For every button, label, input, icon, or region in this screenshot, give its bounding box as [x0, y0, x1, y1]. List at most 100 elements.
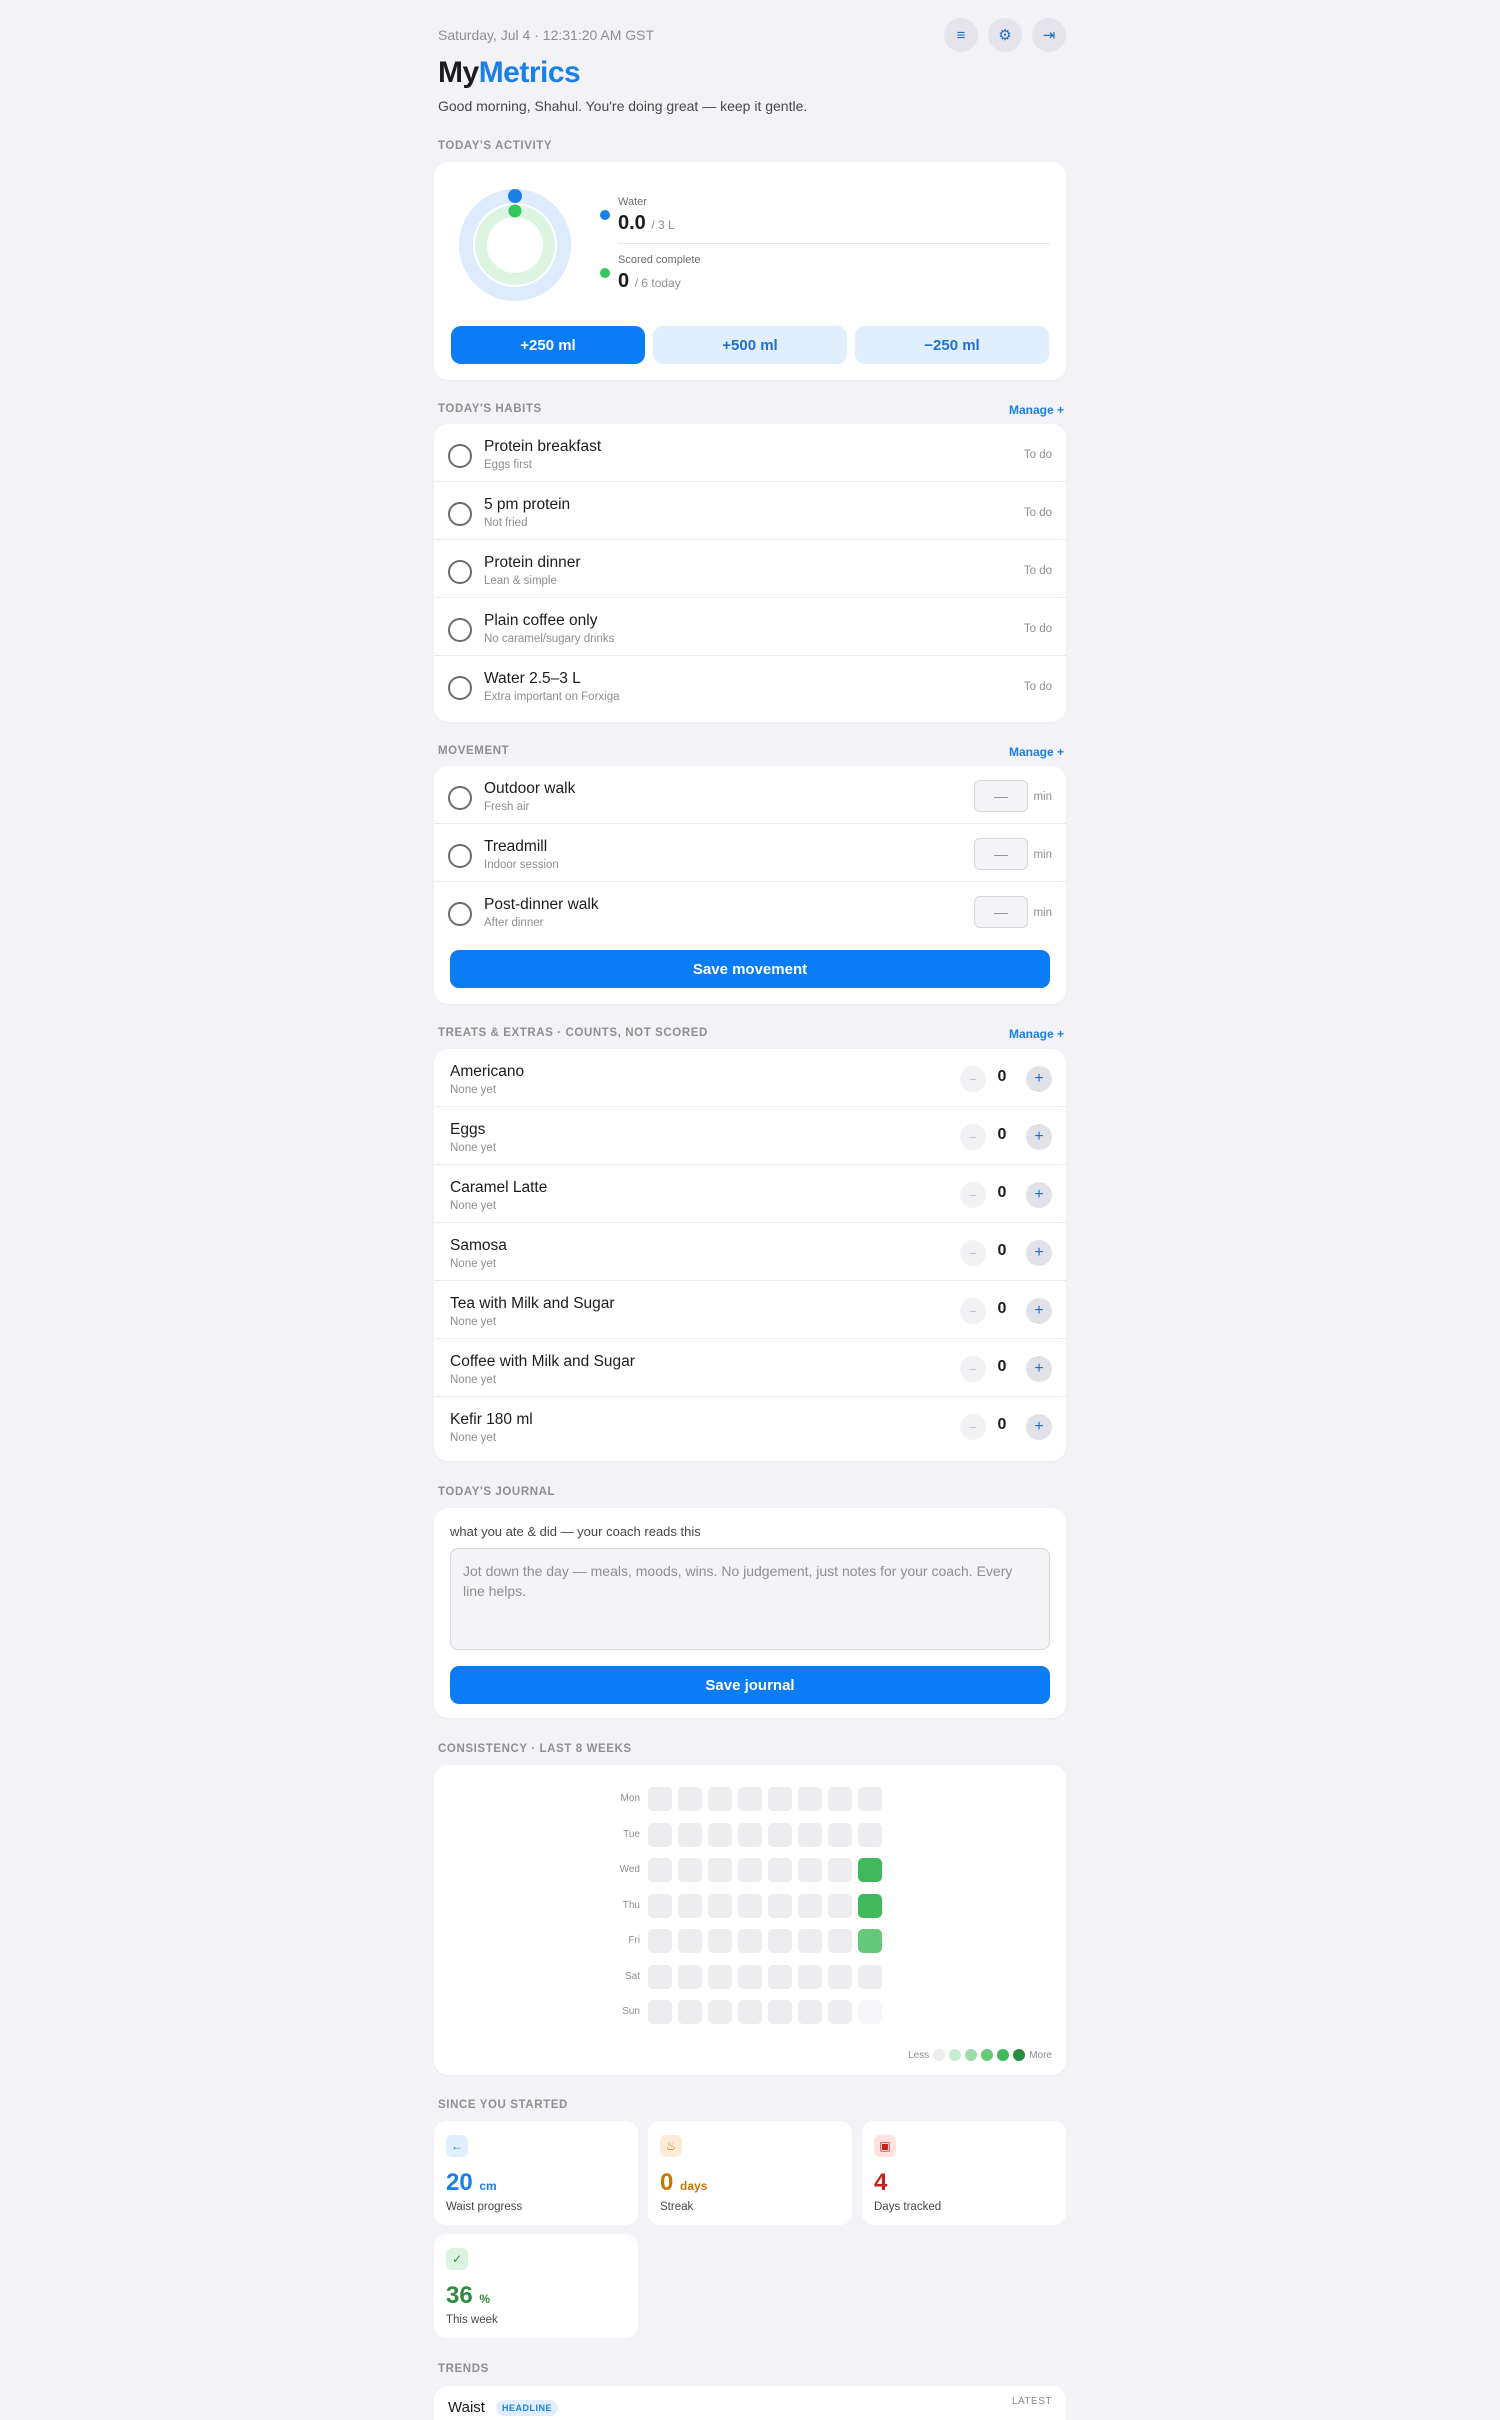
habit-subtitle: Not fried: [484, 517, 528, 529]
add-250ml-button[interactable]: +250 ml: [451, 326, 645, 364]
heatmap-cell: [768, 1929, 792, 1953]
habit-row[interactable]: Protein dinner Lean & simple To do: [434, 540, 1066, 598]
minutes-unit: min: [1033, 907, 1052, 919]
score-unit: / 6 today: [634, 276, 681, 290]
heatmap-day-label: Mon: [620, 1793, 640, 1804]
minutes-unit: min: [1033, 791, 1052, 803]
decrement-button[interactable]: −: [960, 1298, 986, 1324]
stat-label: Streak: [660, 2201, 694, 2213]
habit-row[interactable]: Protein breakfast Eggs first To do: [434, 424, 1066, 482]
stat-unit: cm: [479, 2179, 497, 2193]
heatmap-cell: [648, 1929, 672, 1953]
stat-card-days: ▣ 4 Days tracked: [862, 2121, 1066, 2225]
legend-swatch: [965, 2049, 978, 2061]
treat-subtitle: None yet: [450, 1258, 497, 1270]
calendar-icon: ▣: [874, 2135, 896, 2157]
heatmap-cell: [708, 1929, 732, 1953]
habit-status: To do: [1023, 507, 1052, 519]
movement-checkbox[interactable]: [448, 844, 472, 868]
remove-250ml-button[interactable]: −250 ml: [855, 326, 1049, 364]
treat-count: 0: [997, 1358, 1007, 1375]
logout-icon[interactable]: ⇥: [1032, 18, 1066, 52]
habit-subtitle: Extra important on Forxiga: [484, 691, 620, 703]
treat-title: Samosa: [450, 1237, 507, 1254]
habit-checkbox[interactable]: [448, 676, 472, 700]
treat-count: 0: [997, 1242, 1007, 1259]
movement-title: Post-dinner walk: [484, 896, 599, 913]
decrement-button[interactable]: −: [960, 1066, 986, 1092]
increment-button[interactable]: +: [1026, 1298, 1052, 1324]
movement-subtitle: Fresh air: [484, 801, 530, 813]
treat-title: Eggs: [450, 1121, 486, 1138]
legend-swatch: [949, 2049, 962, 2061]
journal-hint: what you ate & did — your coach reads th…: [450, 1524, 701, 1539]
decrement-button[interactable]: −: [960, 1182, 986, 1208]
menu-icon[interactable]: ≡: [944, 18, 978, 52]
increment-button[interactable]: +: [1026, 1124, 1052, 1150]
decrement-button[interactable]: −: [960, 1124, 986, 1150]
treat-count: 0: [997, 1184, 1007, 1201]
treat-count: 0: [997, 1126, 1007, 1143]
save-journal-button[interactable]: Save journal: [450, 1666, 1050, 1704]
habits-manage-button[interactable]: Manage +: [1009, 403, 1064, 417]
minutes-input[interactable]: —: [974, 780, 1028, 812]
score-metric: Scored complete 0 / 6 today: [618, 254, 701, 293]
increment-button[interactable]: +: [1026, 1240, 1052, 1266]
heatmap-cell: [648, 1858, 672, 1882]
movement-checkbox[interactable]: [448, 902, 472, 926]
habit-checkbox[interactable]: [448, 618, 472, 642]
habit-row[interactable]: Plain coffee only No caramel/sugary drin…: [434, 598, 1066, 656]
heatmap-cell: [708, 2000, 732, 2024]
score-ring-track: [475, 205, 555, 285]
check-icon: ✓: [446, 2248, 468, 2270]
habit-checkbox[interactable]: [448, 502, 472, 526]
treat-subtitle: None yet: [450, 1432, 497, 1444]
increment-button[interactable]: +: [1026, 1356, 1052, 1382]
movement-title: Outdoor walk: [484, 780, 576, 797]
habit-status: To do: [1023, 623, 1052, 635]
habit-checkbox[interactable]: [448, 444, 472, 468]
heatmap-cell: [678, 1787, 702, 1811]
movement-manage-button[interactable]: Manage +: [1009, 745, 1064, 759]
habit-checkbox[interactable]: [448, 560, 472, 584]
movement-checkbox[interactable]: [448, 786, 472, 810]
movement-row[interactable]: Outdoor walk Fresh air — min: [434, 766, 1066, 824]
heatmap-cell: [798, 2000, 822, 2024]
legend-swatch: [1013, 2049, 1026, 2061]
decrement-button[interactable]: −: [960, 1414, 986, 1440]
save-movement-button[interactable]: Save movement: [450, 950, 1050, 988]
heatmap-cell: [648, 1787, 672, 1811]
minutes-unit: min: [1033, 849, 1052, 861]
stat-card-streak: ♨ 0 days Streak: [648, 2121, 852, 2225]
decrement-button[interactable]: −: [960, 1240, 986, 1266]
movement-row[interactable]: Treadmill Indoor session — min: [434, 824, 1066, 882]
minutes-input[interactable]: —: [974, 896, 1028, 928]
heatmap-cell: [708, 1787, 732, 1811]
heatmap-cell: [738, 1787, 762, 1811]
heatmap-cell: [858, 1858, 882, 1882]
increment-button[interactable]: +: [1026, 1414, 1052, 1440]
habit-title: Water 2.5–3 L: [484, 670, 581, 687]
heatmap-cell: [738, 1929, 762, 1953]
journal-textarea[interactable]: [450, 1548, 1050, 1650]
heatmap-day-label: Thu: [622, 1899, 640, 1911]
heatmap-cell: [858, 1822, 882, 1847]
habit-title: Protein dinner: [484, 554, 581, 571]
treats-manage-button[interactable]: Manage +: [1009, 1027, 1064, 1041]
treat-subtitle: None yet: [450, 1142, 497, 1154]
decrement-button[interactable]: −: [960, 1356, 986, 1382]
increment-button[interactable]: +: [1026, 1182, 1052, 1208]
habit-row[interactable]: 5 pm protein Not fried To do: [434, 482, 1066, 540]
stat-value: 4: [874, 2169, 888, 2196]
stat-unit: days: [680, 2179, 708, 2193]
minutes-input[interactable]: —: [974, 838, 1028, 870]
heatmap-cell: [738, 2000, 762, 2024]
habit-row[interactable]: Water 2.5–3 L Extra important on Forxiga…: [434, 656, 1066, 714]
activity-section-label: Today's Activity: [438, 140, 553, 152]
app-title-part1: My: [438, 56, 479, 89]
add-500ml-button[interactable]: +500 ml: [653, 326, 847, 364]
habits-section-label: Today's Habits: [438, 403, 542, 415]
increment-button[interactable]: +: [1026, 1066, 1052, 1092]
gear-icon[interactable]: ⚙: [988, 18, 1022, 52]
movement-row[interactable]: Post-dinner walk After dinner — min: [434, 882, 1066, 940]
